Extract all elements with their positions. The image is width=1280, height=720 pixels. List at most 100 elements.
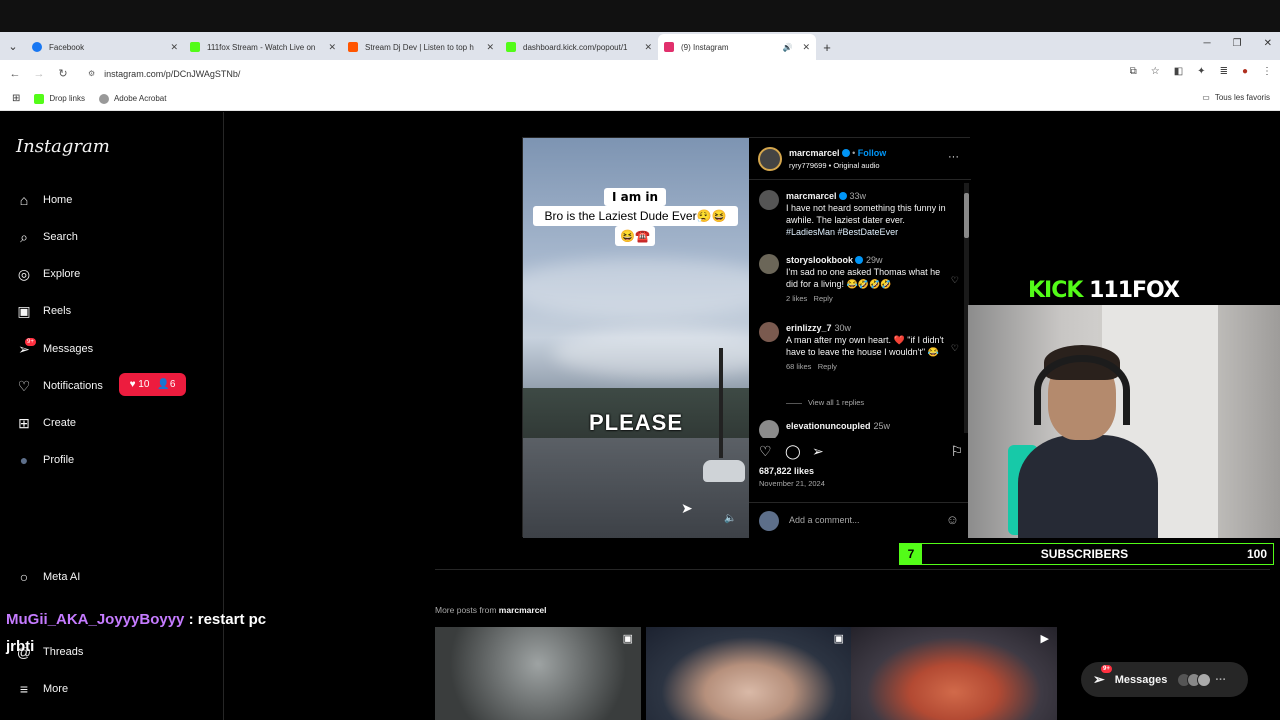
browser-tab-facebook[interactable]: Facebook ✕	[26, 34, 184, 60]
more-icon: ···	[1215, 673, 1227, 686]
author-avatar[interactable]	[758, 147, 782, 171]
close-tab-icon[interactable]: ✕	[170, 42, 178, 53]
browser-tab-kick-dashboard[interactable]: dashboard.kick.com/popout/1 ✕	[500, 34, 658, 60]
audio-line[interactable]: ryry779699 • Original audio	[789, 161, 880, 170]
comment-hashtags[interactable]: #LadiesMan #BestDateEver	[786, 227, 898, 237]
reply-button[interactable]: Reply	[814, 294, 833, 303]
back-icon[interactable]: ←	[3, 68, 27, 80]
site-info-icon[interactable]: ⚙	[88, 69, 95, 78]
url-omnibox[interactable]: ⚙ instagram.com/p/DCnJWAgSTNb/	[82, 63, 1142, 84]
close-tab-icon[interactable]: ✕	[644, 42, 652, 53]
close-tab-icon[interactable]: ✕	[486, 42, 494, 53]
instagram-logo[interactable]: Instagram	[16, 136, 110, 157]
comment-avatar[interactable]	[759, 190, 779, 210]
reel-video[interactable]: I am in tears Bro is the Laziest Dude Ev…	[523, 138, 749, 538]
share-send-icon[interactable]: ➢	[812, 443, 824, 460]
media-controls-icon[interactable]: ≣	[1220, 66, 1228, 77]
bookmark-adobe-acrobat[interactable]: Adobe Acrobat	[98, 93, 166, 104]
extensions-puzzle-icon[interactable]: ✦	[1197, 66, 1205, 77]
browser-tab-stream-dj[interactable]: Stream Dj Dev | Listen to top h ✕	[342, 34, 500, 60]
more-post-thumbnail[interactable]: ▶	[851, 627, 1057, 720]
save-bookmark-icon[interactable]: ⚐	[950, 443, 963, 460]
all-bookmarks-button[interactable]: ▭ Tous les favoris	[1202, 93, 1270, 102]
emoji-icon[interactable]: ☺	[946, 512, 959, 527]
subscriber-goal-label: SUBSCRIBERS	[1040, 547, 1129, 561]
floating-messages-button[interactable]: ➢ 9+ Messages ···	[1081, 662, 1248, 697]
browser-tab-kick-stream[interactable]: 111fox Stream - Watch Live on ✕	[184, 34, 342, 60]
comment-username[interactable]: storyslookbook	[786, 255, 853, 265]
browser-menu-icon[interactable]: ⋮	[1262, 66, 1272, 77]
comment-username[interactable]: elevationuncoupled	[786, 421, 871, 431]
extension-icon[interactable]: ◧	[1174, 66, 1183, 77]
verified-badge-icon	[841, 149, 850, 157]
comment-body: elevationuncoupled 25w	[786, 420, 946, 432]
reel-icon: ▣	[622, 633, 633, 645]
comment-avatar[interactable]	[759, 254, 779, 274]
profile-avatar-icon[interactable]: ●	[1242, 66, 1248, 77]
apps-grid-icon[interactable]: ⊞	[12, 93, 20, 104]
sidebar-item-notifications[interactable]: ♡ Notifications	[16, 378, 103, 394]
forward-icon[interactable]: →	[27, 68, 51, 80]
close-tab-icon[interactable]: ✕	[328, 42, 336, 53]
minimize-icon[interactable]: ─	[1204, 38, 1211, 49]
sidebar-item-label: Create	[43, 417, 77, 429]
speaker-icon[interactable]: 🔊	[782, 43, 792, 52]
restore-icon[interactable]: ❐	[1233, 38, 1242, 49]
bookmark-drop-links[interactable]: Drop links	[34, 93, 85, 104]
bookmark-star-icon[interactable]: ☆	[1151, 66, 1160, 77]
notifications-popup[interactable]: ♥ 10 👤6	[119, 373, 186, 396]
comment-text: I'm sad no one asked Thomas what he did …	[786, 267, 941, 289]
more-post-thumbnail[interactable]: ▣	[435, 627, 641, 720]
comment-bubble-icon[interactable]: ◯	[785, 443, 801, 460]
mute-icon[interactable]: 🔈	[724, 513, 736, 524]
view-replies-button[interactable]: View all 1 replies	[786, 398, 864, 407]
more-options-icon[interactable]: ···	[948, 151, 959, 163]
author-username[interactable]: marcmarcel	[789, 148, 840, 158]
comment-avatar[interactable]	[759, 420, 779, 438]
comment-avatar[interactable]	[759, 322, 779, 342]
sidebar-item-reels[interactable]: ▣ Reels	[16, 303, 71, 319]
post-date: November 21, 2024	[759, 479, 825, 488]
tab-search-icon[interactable]: ⌄	[0, 32, 26, 60]
comment-likes[interactable]: 68 likes	[786, 362, 811, 371]
comment-username[interactable]: marcmarcel	[786, 191, 837, 201]
messages-badge: 9+	[25, 338, 36, 346]
sidebar-item-explore[interactable]: ◎ Explore	[16, 266, 80, 282]
comment-username[interactable]: erinlizzy_7	[786, 323, 832, 333]
more-posts-user[interactable]: marcmarcel	[499, 605, 547, 615]
scrollbar-thumb[interactable]	[964, 193, 969, 238]
new-tab-button[interactable]: +	[816, 34, 838, 60]
add-comment-input[interactable]: Add a comment...	[789, 515, 860, 525]
comment-likes[interactable]: 2 likes	[786, 294, 807, 303]
sidebar-item-create[interactable]: ⊞ Create	[16, 415, 76, 431]
like-comment-icon[interactable]: ♡	[951, 274, 959, 286]
more-post-thumbnail[interactable]: ▣	[646, 627, 852, 720]
tab-title: dashboard.kick.com/popout/1	[523, 42, 628, 52]
video-caption-emoji: 😆☎️	[615, 226, 655, 246]
browser-tab-instagram[interactable]: (9) Instagram 🔊 ✕	[658, 34, 816, 60]
subscriber-count: 7	[900, 544, 922, 564]
headset	[1034, 355, 1130, 425]
bookmarks-bar: ⊞ Drop links Adobe Acrobat ▭ Tous les fa…	[0, 87, 1280, 111]
chat-separator: :	[184, 611, 198, 628]
verified-badge-icon	[855, 256, 864, 264]
more-posts-prefix: More posts from	[435, 605, 497, 615]
follow-button[interactable]: Follow	[858, 148, 887, 158]
sidebar-item-home[interactable]: ⌂ Home	[16, 192, 73, 208]
sidebar-item-more[interactable]: ≡ More	[16, 681, 68, 697]
reply-button[interactable]: Reply	[818, 362, 837, 371]
sidebar-item-search[interactable]: ⌕ Search	[16, 229, 78, 245]
reload-icon[interactable]: ↻	[51, 67, 75, 80]
like-heart-icon[interactable]: ♡	[759, 443, 772, 460]
like-comment-icon[interactable]: ♡	[951, 342, 959, 354]
folder-icon: ▭	[1202, 93, 1210, 102]
tab-title: Stream Dj Dev | Listen to top h	[365, 42, 474, 52]
sidebar-item-profile[interactable]: ● Profile	[16, 452, 74, 468]
comment-meta: 2 likes Reply	[786, 293, 946, 305]
install-app-icon[interactable]: ⧉	[1130, 66, 1137, 77]
sidebar-item-meta-ai[interactable]: ○ Meta AI	[16, 569, 81, 585]
close-tab-icon[interactable]: ✕	[802, 42, 810, 53]
close-window-icon[interactable]: ✕	[1264, 38, 1272, 49]
post-likes-count[interactable]: 687,822 likes	[759, 466, 814, 476]
comment-body: erinlizzy_7 30w A man after my own heart.…	[786, 322, 946, 373]
